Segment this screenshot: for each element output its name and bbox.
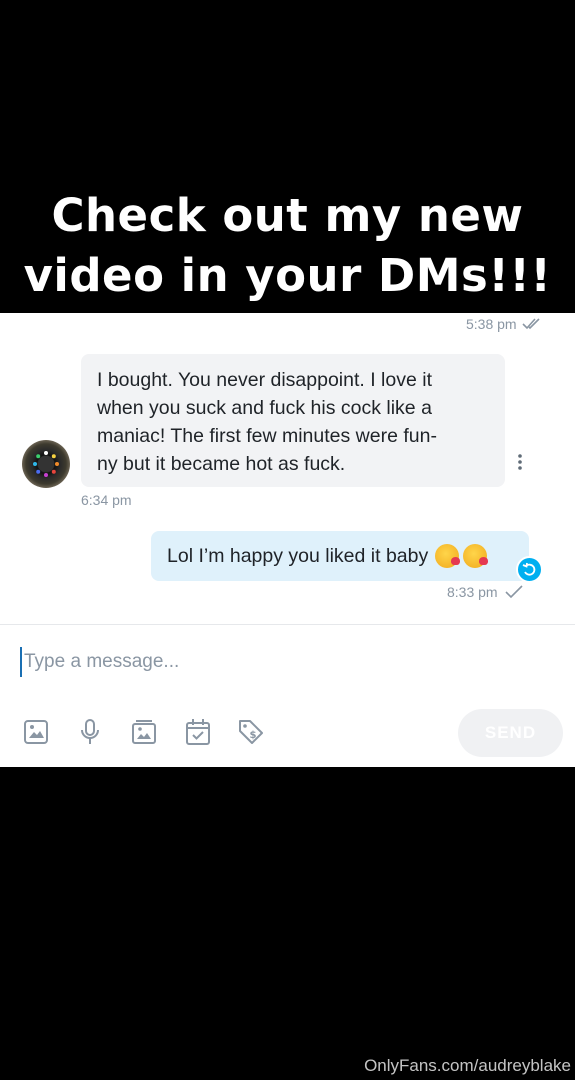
chat-panel: 5:38 pm I bought. You never disappoint. … xyxy=(0,313,575,767)
message-meta-top: 5:38 pm xyxy=(466,316,544,332)
double-check-icon xyxy=(522,318,540,330)
more-options-icon[interactable] xyxy=(516,453,524,471)
promo-headline: Check out my new video in your DMs!!! xyxy=(0,186,575,306)
message-line: ny but it became hot as fuck. xyxy=(97,453,346,475)
message-text: Lol I’m happy you liked it baby xyxy=(167,544,429,567)
timestamp: 6:34 pm xyxy=(81,492,132,508)
undo-arrow-icon xyxy=(522,562,536,576)
message-line: when you suck and fuck his cock like a xyxy=(97,397,432,419)
watermark: OnlyFans.com/audreyblake xyxy=(364,1056,571,1075)
kissing-face-emoji-icon xyxy=(463,544,489,568)
undo-icon[interactable] xyxy=(516,556,543,583)
incoming-message-bubble[interactable]: I bought. You never disappoint. I love i… xyxy=(81,354,505,487)
image-icon[interactable] xyxy=(21,717,51,747)
single-check-icon xyxy=(505,585,523,599)
divider xyxy=(0,624,575,625)
price-tag-icon[interactable]: $ xyxy=(236,717,266,747)
headline-line-1: Check out my new xyxy=(51,189,524,242)
message-input[interactable] xyxy=(20,647,554,677)
kissing-face-emoji-icon xyxy=(435,544,461,568)
message-line: I bought. You never disappoint. I love i… xyxy=(97,369,432,391)
avatar[interactable] xyxy=(22,440,70,488)
message-line: maniac! The first few minutes were fun- xyxy=(97,425,437,447)
svg-text:$: $ xyxy=(250,730,257,741)
timestamp: 8:33 pm xyxy=(447,584,498,600)
message-meta-incoming: 6:34 pm xyxy=(81,492,132,508)
message-meta-outgoing: 8:33 pm xyxy=(447,584,525,600)
loading-spinner-icon xyxy=(33,451,59,477)
gallery-icon[interactable] xyxy=(129,717,159,747)
microphone-icon[interactable] xyxy=(75,717,105,747)
send-button[interactable]: SEND xyxy=(458,709,563,757)
outgoing-message-bubble[interactable]: Lol I’m happy you liked it baby xyxy=(151,531,529,581)
calendar-check-icon[interactable] xyxy=(183,717,213,747)
headline-line-2: video in your DMs!!! xyxy=(23,249,552,302)
timestamp: 5:38 pm xyxy=(466,316,517,332)
